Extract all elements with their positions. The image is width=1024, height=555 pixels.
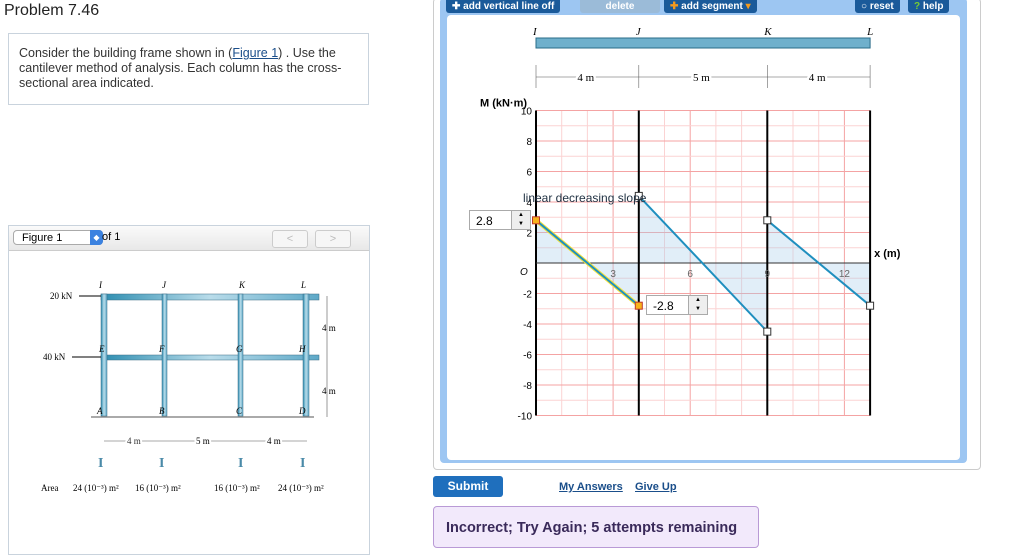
y-tick-label: 8 bbox=[526, 137, 532, 148]
joint-label: E bbox=[98, 344, 105, 354]
y-tick-label: -2 bbox=[523, 290, 532, 301]
beam-joint-label: L bbox=[866, 26, 873, 38]
chevron-down-icon: ▾ bbox=[745, 1, 751, 12]
reset-icon: ○ bbox=[861, 1, 868, 12]
delete-label: delete bbox=[605, 1, 635, 12]
beam-joint-label: J bbox=[636, 26, 642, 38]
segment-handle bbox=[532, 216, 540, 225]
segment-handle bbox=[763, 327, 772, 336]
give-up-link[interactable]: Give Up bbox=[635, 481, 677, 493]
help-icon: ? bbox=[914, 1, 921, 12]
start-value-stepper[interactable]: 2.8 ▲ ▼ bbox=[469, 210, 531, 230]
next-figure-button[interactable]: > bbox=[315, 230, 351, 248]
feedback-message: Incorrect; Try Again; 5 attempts remaini… bbox=[433, 506, 759, 548]
svg-text:I: I bbox=[300, 456, 305, 471]
svg-text:I: I bbox=[159, 456, 164, 471]
joint-label: F bbox=[158, 344, 165, 354]
plus-icon: ✚ bbox=[452, 1, 461, 12]
segment-handle bbox=[866, 301, 875, 310]
reset-label: reset bbox=[869, 1, 894, 12]
stepper-arrows-icon: ▲ ▼ bbox=[511, 211, 530, 229]
joint-label: K bbox=[238, 280, 246, 290]
joint-label: H bbox=[298, 344, 306, 354]
span-label: 4 m bbox=[127, 436, 141, 446]
area-value: 24 (10⁻³) m² bbox=[278, 483, 324, 493]
x-axis-label: x (m) bbox=[874, 248, 901, 260]
figure-link[interactable]: Figure 1 bbox=[232, 46, 278, 60]
end-value-stepper[interactable]: -2.8 ▲ ▼ bbox=[646, 295, 708, 315]
load-label: 40 kN bbox=[43, 352, 66, 362]
problem-title: Problem 7.46 bbox=[4, 2, 100, 19]
y-tick-label: -4 bbox=[523, 320, 532, 331]
beam bbox=[535, 37, 871, 49]
y-tick-label: -10 bbox=[518, 412, 533, 423]
joint-label: L bbox=[300, 280, 306, 290]
load-label: 20 kN bbox=[50, 291, 73, 301]
height-label: 4 m bbox=[322, 323, 336, 333]
add-segment-label: add segment bbox=[681, 1, 743, 12]
figure-select[interactable]: Figure 1 ◆ bbox=[13, 230, 103, 245]
figure-count: of 1 bbox=[102, 231, 121, 243]
help-label: help bbox=[922, 1, 944, 12]
span-label: 4 m bbox=[809, 72, 826, 84]
joint-label: A bbox=[96, 406, 103, 416]
beam-joint-label: I bbox=[532, 26, 538, 38]
y-axis-label: M (kN·m) bbox=[480, 98, 527, 110]
height-label: 4 m bbox=[322, 386, 336, 396]
joint-label: G bbox=[236, 344, 243, 354]
plus-icon: ✚ bbox=[670, 1, 679, 12]
span-label: 4 m bbox=[267, 436, 281, 446]
x-tick-label: 9 bbox=[765, 269, 771, 280]
y-tick-label: -8 bbox=[523, 381, 532, 392]
question-text-1: Consider the building frame shown in ( bbox=[19, 46, 233, 60]
add-segment-button[interactable]: ✚ add segment ▾ bbox=[664, 0, 757, 13]
span-label: 5 m bbox=[693, 72, 710, 84]
my-answers-link[interactable]: My Answers bbox=[559, 481, 623, 493]
svg-text:I: I bbox=[238, 456, 243, 471]
joint-label: J bbox=[162, 280, 167, 290]
y-tick-label: 6 bbox=[526, 168, 532, 179]
help-button[interactable]: ? help bbox=[908, 0, 950, 13]
question-box: Consider the building frame shown in (Fi… bbox=[8, 33, 369, 105]
submit-button[interactable]: Submit bbox=[433, 476, 503, 497]
y-tick-label: 2 bbox=[526, 229, 532, 240]
joint-label: D bbox=[298, 406, 306, 416]
svg-text:I: I bbox=[98, 456, 103, 471]
add-vertical-line-button[interactable]: ✚ add vertical line off bbox=[446, 0, 561, 13]
area-value: 24 (10⁻³) m² bbox=[73, 483, 119, 493]
area-value: 16 (10⁻³) m² bbox=[214, 483, 260, 493]
segment-annotation: linear decreasing slope bbox=[523, 191, 647, 205]
span-label: 5 m bbox=[196, 436, 210, 446]
figure-select-value: Figure 1 bbox=[22, 232, 63, 244]
prev-figure-button[interactable]: < bbox=[272, 230, 308, 248]
delete-button[interactable]: delete bbox=[580, 0, 660, 13]
area-label: Area bbox=[41, 483, 59, 493]
reset-button[interactable]: ○ reset bbox=[855, 0, 900, 13]
area-value: 16 (10⁻³) m² bbox=[135, 483, 181, 493]
figure-panel: Figure 1 ◆ of 1 < > 20 kN 40 kN I J K L E F G H… bbox=[8, 225, 370, 555]
segment-handle bbox=[634, 301, 643, 310]
stepper-arrows-icon: ▲ ▼ bbox=[688, 296, 707, 314]
y-tick-label: -6 bbox=[523, 351, 532, 362]
joint-label: B bbox=[159, 406, 165, 416]
beam-joint-label: K bbox=[763, 26, 772, 38]
frame-figure: 20 kN 40 kN I J K L E F G H A B C D 4 m 4 m 4 m 5… bbox=[41, 280, 336, 493]
x-tick-label: 3 bbox=[610, 269, 616, 280]
joint-label: I bbox=[98, 280, 103, 290]
origin-label: O bbox=[520, 267, 528, 278]
moment-diagram[interactable]: I J K L4 m5 m4 m108642-2-4-6-8-103 6 9 12OM (k… bbox=[447, 13, 960, 460]
add-vertical-line-label: add vertical line off bbox=[463, 1, 555, 12]
span-label: 4 m bbox=[577, 72, 594, 84]
joint-label: C bbox=[236, 406, 243, 416]
segment-handle bbox=[763, 216, 772, 225]
x-tick-label: 6 bbox=[687, 269, 693, 280]
i-beam-icon: IIII bbox=[98, 456, 305, 471]
x-tick-label: 12 bbox=[839, 269, 851, 280]
